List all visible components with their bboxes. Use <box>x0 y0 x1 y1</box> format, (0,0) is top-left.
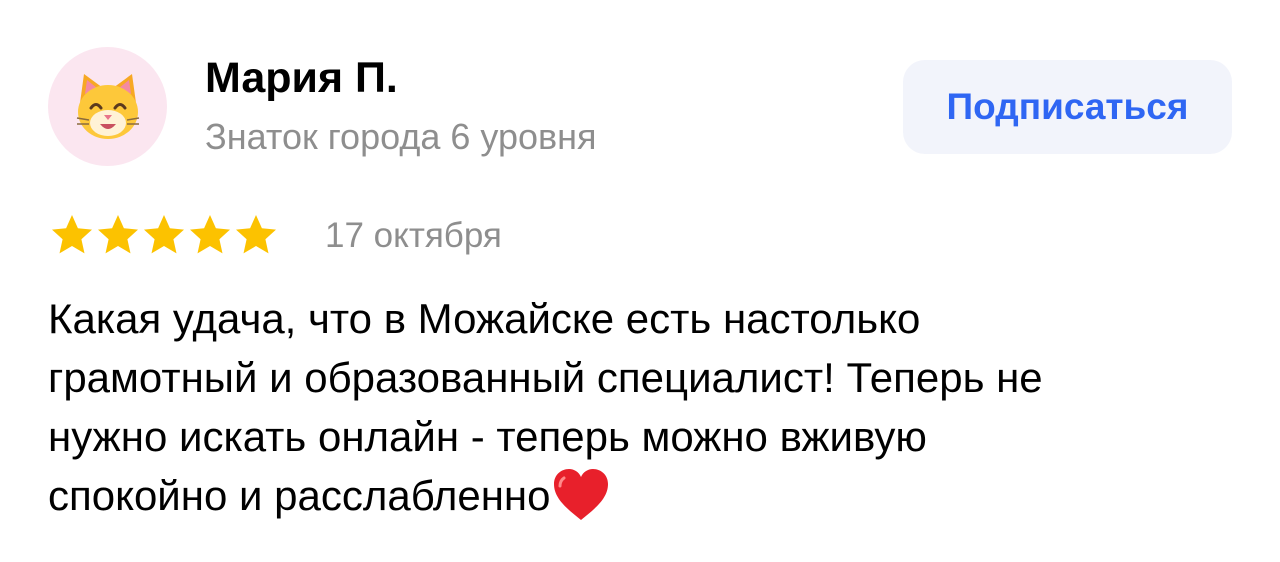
review-line-text: спокойно и расслабленно <box>48 472 551 519</box>
star-icon <box>142 213 186 257</box>
star-rating <box>50 213 278 257</box>
subscribe-button[interactable]: Подписаться <box>903 60 1232 154</box>
avatar[interactable] <box>48 47 167 166</box>
review-line-last: спокойно и расслабленно <box>48 466 1248 525</box>
star-icon <box>188 213 232 257</box>
review-line: Какая удача, что в Можайске есть настоль… <box>48 295 921 342</box>
review-text: Какая удача, что в Можайске есть настоль… <box>48 289 1248 525</box>
review-date: 17 октября <box>325 216 502 255</box>
author-level: Знаток города 6 уровня <box>205 116 597 157</box>
review-line: грамотный и образованный специалист! Теп… <box>48 354 1043 401</box>
author-name[interactable]: Мария П. <box>205 52 398 104</box>
star-icon <box>50 213 94 257</box>
review-line: нужно искать онлайн - теперь можно вживу… <box>48 413 927 460</box>
cat-face-icon <box>71 70 145 144</box>
star-icon <box>96 213 140 257</box>
red-heart-icon <box>552 468 610 522</box>
star-icon <box>234 213 278 257</box>
